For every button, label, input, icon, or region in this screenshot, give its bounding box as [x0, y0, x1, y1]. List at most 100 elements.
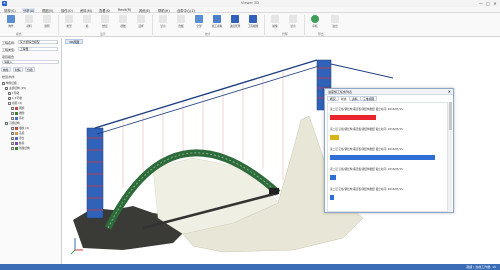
- component-icon: [7, 15, 15, 23]
- family-icon: [83, 15, 91, 23]
- ribbon-button[interactable]: 材料: [22, 14, 36, 31]
- color-swatch: [15, 141, 18, 145]
- close-button[interactable]: ✕: [492, 1, 498, 6]
- view-icon: [119, 15, 127, 23]
- tree-item-label: 构件层级: [6, 81, 17, 85]
- checkbox[interactable]: [5, 86, 8, 90]
- checkbox[interactable]: [8, 91, 11, 95]
- dialog-scrollbar[interactable]: [448, 102, 452, 212]
- project-type-field[interactable]: 工程量: [18, 47, 58, 51]
- checkbox[interactable]: [8, 96, 11, 100]
- group-label: 显示: [100, 32, 106, 36]
- ribbon-toolbar: 构件 材料 规则 类型 族 楼层 视图 选择 显示 隐藏 全部 施工模拟 进度管…: [0, 13, 500, 37]
- task-item[interactable]: 第二层 钉板/钢结构 覆盖板/钢结构图纸 截止时间: 2016/05/15: [330, 127, 446, 149]
- project-name-field[interactable]: 某大桥综合模型: [18, 40, 58, 44]
- scroll-thumb[interactable]: [448, 102, 452, 130]
- color-swatch: [15, 111, 18, 115]
- search-input[interactable]: 请输入: [2, 60, 59, 64]
- floor-icon: [101, 15, 109, 23]
- tree-item-label: 承台: [19, 136, 25, 140]
- task-item[interactable]: 第二层 钉板/钢结构 覆盖板/钢结构图纸 截止时间: 2016/05/15: [330, 187, 446, 209]
- ribbon-button[interactable]: 楼层: [98, 14, 112, 31]
- tree-item[interactable]: 构件层级: [2, 81, 17, 85]
- left-tower: [86, 127, 104, 219]
- ribbon-button[interactable]: 类型: [62, 14, 76, 31]
- ribbon-button[interactable]: 构件: [4, 14, 18, 31]
- tree-item[interactable]: 吊杆: [11, 116, 24, 120]
- tab-docs[interactable]: 资料: [349, 96, 361, 101]
- tree-item[interactable]: 钢梁: [11, 106, 24, 110]
- tree-item[interactable]: 拱肋: [11, 111, 24, 115]
- tree-title: 楼层/构件: [2, 75, 16, 79]
- task-text: 第二层 钉板/钢结构 覆盖板/钢结构图纸 截止时间: 2016/05/15: [330, 168, 403, 171]
- ribbon-button[interactable]: 规则: [40, 14, 54, 31]
- tree-item[interactable]: 承台: [11, 136, 24, 140]
- checkbox[interactable]: [5, 121, 8, 125]
- ribbon-button[interactable]: 选择: [134, 14, 148, 31]
- tab-3d[interactable]: 三维视图: [360, 96, 378, 101]
- task-item[interactable]: 第二层 钉板/钢结构 覆盖板/钢结构图纸 截止时间: 2016/05/15: [330, 167, 446, 189]
- task-progress-bar: [330, 115, 377, 120]
- progress-icon: [231, 15, 239, 23]
- dialog-close-icon[interactable]: ✕: [448, 89, 451, 95]
- tree-item[interactable]: 1-3号墩: [8, 96, 22, 100]
- left-panel: 工程名称: 某大桥综合模型 工程类型: 工程量 项目组合 请输入 构件 材料 分…: [0, 38, 62, 264]
- tree-item-label: 拱肋: [19, 111, 25, 115]
- tab-material[interactable]: 材料: [13, 67, 23, 72]
- tree-item[interactable]: 桩基: [11, 141, 24, 145]
- tree-item[interactable]: 主桥结构 (15): [5, 86, 26, 90]
- checkbox[interactable]: [11, 131, 14, 135]
- tree-item[interactable]: 附属结构: [11, 146, 30, 150]
- maximize-button[interactable]: □: [485, 1, 491, 6]
- tree-item[interactable]: 盖梁: [11, 131, 24, 135]
- tree-item[interactable]: 1号墩: [8, 91, 19, 95]
- checkbox[interactable]: [11, 106, 14, 110]
- ribbon-button[interactable]: 显示: [286, 14, 300, 31]
- tab-overview[interactable]: 概况: [327, 96, 339, 101]
- tab-status[interactable]: 状态: [338, 96, 350, 101]
- menu-item[interactable]: Revit(R): [117, 8, 132, 12]
- ribbon-button[interactable]: 审核: [308, 14, 322, 31]
- checkbox[interactable]: [11, 116, 14, 120]
- ribbon-button[interactable]: 族: [80, 14, 94, 31]
- checkbox[interactable]: [11, 141, 14, 145]
- ribbon-button[interactable]: 视图: [116, 14, 130, 31]
- ribbon-button[interactable]: 进出: [328, 14, 342, 31]
- tree-item[interactable]: 桥塔 (4): [8, 101, 22, 105]
- tree-item-label: 钢梁: [19, 106, 25, 110]
- group-label: 导出: [318, 32, 324, 36]
- ribbon-button[interactable]: 显示: [156, 14, 170, 31]
- tab-component[interactable]: 构件: [1, 67, 11, 72]
- tree-item-label: 1-3号墩: [12, 96, 22, 100]
- task-dialog: 进度施工任务列表 ✕ 概况 状态 资料 三维视图 第二层 钉板/钢结构 覆盖板/…: [324, 88, 454, 213]
- ribbon-button[interactable]: 工程视图: [246, 14, 260, 31]
- task-progress-bar: [330, 195, 335, 200]
- tree-item[interactable]: 墩柱 (4): [11, 126, 29, 130]
- checkbox[interactable]: [11, 126, 14, 130]
- checkbox[interactable]: [2, 81, 5, 85]
- checkbox[interactable]: [11, 146, 14, 150]
- checkbox[interactable]: [8, 101, 11, 105]
- tree-item-label: 主桥结构 (15): [9, 86, 27, 90]
- group-label: 统计: [205, 32, 211, 36]
- collision-icon: [271, 15, 279, 23]
- display-icon: [289, 15, 297, 23]
- tree-item[interactable]: 引桥结构: [5, 121, 20, 125]
- ribbon-button[interactable]: 进度管理: [228, 14, 242, 31]
- ribbon-button[interactable]: 碰撞: [268, 14, 282, 31]
- select-icon: [137, 15, 145, 23]
- ribbon-button[interactable]: 全部: [192, 14, 206, 31]
- color-swatch: [15, 126, 18, 130]
- minimize-button[interactable]: —: [478, 1, 484, 6]
- ribbon-button[interactable]: 隐藏: [174, 14, 188, 31]
- task-item[interactable]: 第二层 钉板/钢结构 覆盖板/钢结构图纸 截止时间: 2016/05/15: [330, 147, 446, 169]
- checkbox[interactable]: [11, 111, 14, 115]
- tab-group[interactable]: 分组: [25, 67, 35, 72]
- ribbon-button[interactable]: 施工模拟: [210, 14, 224, 31]
- dialog-title: 进度施工任务列表: [325, 89, 453, 95]
- task-item[interactable]: 第二层 钉板/钢结构 覆盖板/钢结构图纸 截止时间: 2016/05/15: [330, 107, 446, 129]
- simulation-icon: [213, 15, 221, 23]
- type-icon: [65, 15, 73, 23]
- checkbox[interactable]: [11, 136, 14, 140]
- group-divider: [304, 15, 305, 35]
